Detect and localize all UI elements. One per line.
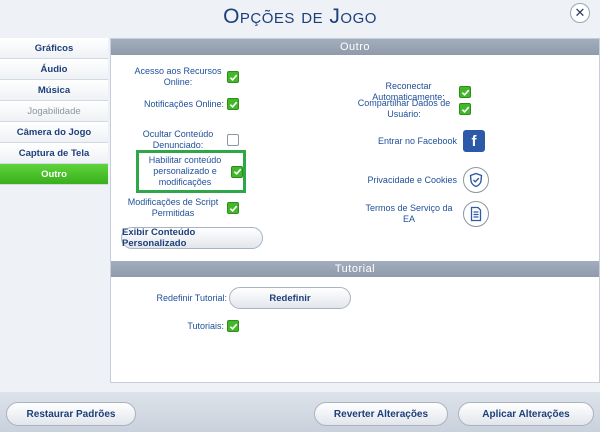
sidebar-item-audio[interactable]: Áudio	[0, 59, 108, 80]
sidebar-item-graficos[interactable]: Gráficos	[0, 38, 108, 59]
option-label: Acesso aos Recursos Online:	[134, 66, 222, 87]
option-label: Compartilhar Dados de Usuário:	[357, 98, 451, 119]
option-script-mods: Modificações de Script Permitidas	[121, 197, 239, 219]
restore-defaults-button[interactable]: Restaurar Padrões	[6, 402, 136, 426]
shield-glyph	[469, 172, 483, 188]
option-label: Entrar no Facebook	[377, 135, 457, 146]
show-custom-content-button[interactable]: Exibir Conteúdo Personalizado	[121, 227, 263, 249]
option-enable-custom-content: Habilitar conteúdo personalizado e modif…	[139, 155, 243, 188]
option-privacy: Privacidade e Cookies	[331, 167, 489, 193]
checkmark-icon	[233, 168, 241, 176]
option-label: Modificações de Script Permitidas	[127, 197, 219, 218]
tutorials-checkbox[interactable]	[227, 320, 239, 332]
option-share-user-data: Compartilhar Dados de Usuário:	[351, 98, 471, 120]
checkmark-icon	[461, 89, 469, 96]
close-button[interactable]: ✕	[570, 3, 590, 23]
auto-reconnect-checkbox[interactable]	[459, 86, 471, 98]
sidebar-item-musica[interactable]: Música	[0, 80, 108, 101]
shield-check-icon[interactable]	[463, 167, 489, 193]
apply-changes-button[interactable]: Aplicar Alterações	[458, 402, 594, 426]
option-label: Notificações Online:	[143, 98, 224, 109]
option-label: Privacidade e Cookies	[367, 174, 457, 185]
sidebar-item-label: Outro	[41, 168, 67, 180]
title-bar: Opções de Jogo ✕	[0, 0, 600, 34]
hide-reported-checkbox[interactable]	[227, 134, 239, 146]
option-label: Termos de Serviço da EA	[365, 203, 453, 224]
option-hide-reported: Ocultar Conteúdo Denunciado:	[131, 129, 239, 151]
sidebar-item-label: Captura de Tela	[18, 147, 90, 159]
settings-panel: Outro Acesso aos Recursos Online: Notifi…	[110, 38, 600, 383]
share-user-data-checkbox[interactable]	[459, 103, 471, 115]
option-facebook: Entrar no Facebook f	[341, 130, 485, 152]
script-mods-checkbox[interactable]	[227, 202, 239, 214]
window-title: Opções de Jogo	[223, 5, 377, 28]
option-label: Habilitar conteúdo personalizado e modif…	[148, 155, 222, 187]
revert-changes-button[interactable]: Reverter Alterações	[314, 402, 448, 426]
sidebar: Gráficos Áudio Música Jogabilidade Câmer…	[0, 38, 108, 185]
reset-tutorial-button[interactable]: Redefinir	[229, 287, 351, 309]
online-access-checkbox[interactable]	[227, 71, 239, 83]
option-terms: Termos de Serviço da EA	[341, 201, 489, 227]
option-label: Tutoriais:	[187, 320, 224, 331]
facebook-icon[interactable]: f	[463, 130, 485, 152]
custom-content-checkbox[interactable]	[231, 165, 243, 178]
sidebar-item-outro[interactable]: Outro	[0, 164, 108, 185]
sidebar-item-label: Jogabilidade	[27, 105, 81, 117]
sidebar-item-label: Gráficos	[34, 42, 74, 54]
footer-bar: Restaurar Padrões Reverter Alterações Ap…	[0, 392, 600, 432]
document-icon[interactable]	[463, 201, 489, 227]
sidebar-item-label: Câmera do Jogo	[16, 126, 92, 138]
close-icon: ✕	[574, 5, 586, 20]
checkmark-icon	[229, 74, 237, 81]
option-tutorials: Tutoriais:	[131, 320, 239, 332]
sidebar-item-label: Música	[37, 84, 71, 96]
option-label: Redefinir Tutorial:	[156, 293, 227, 303]
option-label: Ocultar Conteúdo Denunciado:	[142, 129, 214, 150]
sidebar-item-captura[interactable]: Captura de Tela	[0, 143, 108, 164]
sidebar-item-label: Áudio	[40, 63, 68, 75]
section-header-outro: Outro	[111, 39, 599, 55]
document-glyph	[470, 206, 482, 222]
option-online-notifications: Notificações Online:	[131, 98, 239, 110]
checkmark-icon	[229, 101, 237, 108]
checkmark-icon	[229, 323, 237, 330]
checkmark-icon	[229, 205, 237, 212]
section-header-tutorial: Tutorial	[111, 261, 599, 277]
option-online-access: Acesso aos Recursos Online:	[131, 66, 239, 88]
checkmark-icon	[461, 106, 469, 113]
sidebar-item-jogabilidade: Jogabilidade	[0, 101, 108, 122]
online-notifications-checkbox[interactable]	[227, 98, 239, 110]
sidebar-item-camera[interactable]: Câmera do Jogo	[0, 122, 108, 143]
option-reset-tutorial: Redefinir Tutorial:	[131, 293, 227, 304]
